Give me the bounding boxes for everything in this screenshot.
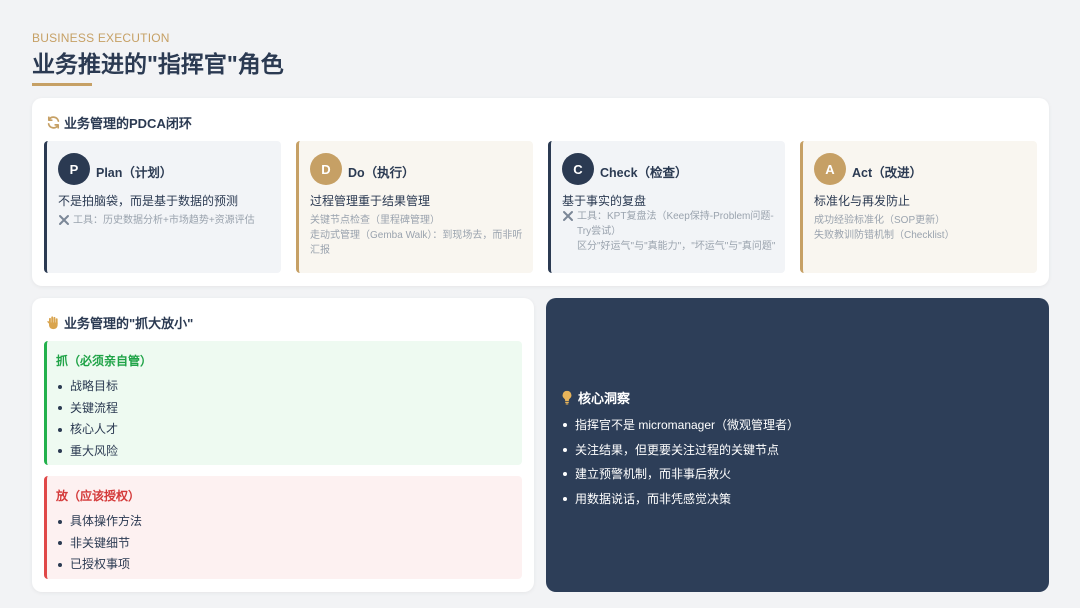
insight-title: 核心洞察	[578, 391, 631, 406]
pdca-desc: 标准化与再发防止	[814, 194, 911, 208]
pdca-desc: 不是拍脑袋，而是基于数据的预测	[58, 194, 239, 208]
release-box-title: 放（应该授权）	[56, 489, 141, 503]
pdca-title: 业务管理的PDCA闭环	[64, 116, 192, 131]
pdca-item-check: C Check（检查） 基于事实的复盘 工具：KPT复盘法（Keep保持-Pro…	[548, 141, 785, 273]
pdca-detail: 工具：KPT复盘法（Keep保持-Problem问题-Try尝试） 区分"好运气…	[562, 209, 777, 254]
pdca-detail-line: 成功经验标准化（SOP更新）	[814, 215, 946, 226]
pdca-name: Do（执行）	[348, 166, 415, 180]
pdca-card: 业务管理的PDCA闭环 P Plan（计划） 不是拍脑袋，而是基于数据的预测 工…	[32, 98, 1049, 286]
hand-icon	[45, 315, 61, 331]
grab-title: 业务管理的"抓大放小"	[64, 316, 194, 331]
list-item: 指挥官不是 micromanager（微观管理者）	[563, 413, 799, 438]
pdca-item-act: A Act（改进） 标准化与再发防止 成功经验标准化（SOP更新） 失败教训防错…	[800, 141, 1037, 273]
pdca-item-do: D Do（执行） 过程管理重于结果管理 关键节点检查（里程碑管理） 走动式管理（…	[296, 141, 533, 273]
pdca-name: Check（检查）	[600, 166, 688, 180]
pdca-desc: 过程管理重于结果管理	[310, 194, 431, 208]
pdca-item-plan: P Plan（计划） 不是拍脑袋，而是基于数据的预测 工具：历史数据分析+市场趋…	[44, 141, 281, 273]
pdca-badge: A	[814, 153, 846, 185]
grab-header: 业务管理的"抓大放小"	[45, 313, 193, 332]
list-item: 非关键细节	[58, 533, 142, 555]
list-item: 用数据说话，而非凭感觉决策	[563, 487, 799, 512]
page-title: 业务推进的"指挥官"角色	[32, 51, 284, 77]
grab-list: 战略目标 关键流程 核心人才 重大风险	[58, 376, 118, 462]
pdca-detail: 关键节点检查（里程碑管理） 走动式管理（Gemba Walk）：到现场去，而非听…	[310, 213, 525, 258]
release-list: 具体操作方法 非关键细节 已授权事项	[58, 511, 142, 576]
grab-box: 抓（必须亲自管） 战略目标 关键流程 核心人才 重大风险	[44, 341, 522, 465]
pdca-detail-line: 失败教训防错机制（Checklist）	[814, 230, 955, 241]
release-box: 放（应该授权） 具体操作方法 非关键细节 已授权事项	[44, 476, 522, 579]
lightbulb-icon	[559, 390, 575, 406]
pdca-detail: 成功经验标准化（SOP更新） 失败教训防错机制（Checklist）	[814, 213, 1029, 243]
pdca-detail-line: 区分"好运气"与"真能力"，"坏运气"与"真问题"	[577, 241, 776, 252]
list-item: 具体操作方法	[58, 511, 142, 533]
list-item: 核心人才	[58, 419, 118, 441]
pdca-desc: 基于事实的复盘	[562, 194, 647, 208]
insight-list: 指挥官不是 micromanager（微观管理者） 关注结果，但更要关注过程的关…	[563, 413, 799, 511]
pdca-detail-line: 工具：历史数据分析+市场趋势+资源评估	[73, 215, 255, 226]
insight-card: 核心洞察 指挥官不是 micromanager（微观管理者） 关注结果，但更要关…	[546, 298, 1049, 592]
insight-header: 核心洞察	[559, 388, 630, 407]
tools-icon	[563, 211, 573, 221]
pdca-detail-line: 工具：KPT复盘法（Keep保持-Problem问题-Try尝试）	[577, 211, 774, 237]
refresh-icon	[45, 115, 61, 131]
list-item: 战略目标	[58, 376, 118, 398]
grab-release-card: 业务管理的"抓大放小" 抓（必须亲自管） 战略目标 关键流程 核心人才 重大风险…	[32, 298, 534, 592]
list-item: 建立预警机制，而非事后救火	[563, 462, 799, 487]
pdca-detail-line: 走动式管理（Gemba Walk）：到现场去，而非听汇报	[310, 230, 523, 256]
list-item: 关注结果，但更要关注过程的关键节点	[563, 438, 799, 463]
pdca-badge: D	[310, 153, 342, 185]
list-item: 关键流程	[58, 398, 118, 420]
list-item: 已授权事项	[58, 554, 142, 576]
pdca-detail-line: 关键节点检查（里程碑管理）	[310, 215, 440, 226]
pdca-header: 业务管理的PDCA闭环	[45, 113, 192, 132]
tools-icon	[59, 215, 69, 225]
pdca-detail: 工具：历史数据分析+市场趋势+资源评估	[58, 213, 273, 228]
pdca-name: Act（改进）	[852, 166, 923, 180]
pdca-name: Plan（计划）	[96, 166, 173, 180]
eyebrow-label: BUSINESS EXECUTION	[32, 31, 170, 45]
list-item: 重大风险	[58, 441, 118, 463]
pdca-badge: C	[562, 153, 594, 185]
grab-box-title: 抓（必须亲自管）	[56, 354, 153, 368]
pdca-badge: P	[58, 153, 90, 185]
title-underline	[32, 83, 92, 86]
